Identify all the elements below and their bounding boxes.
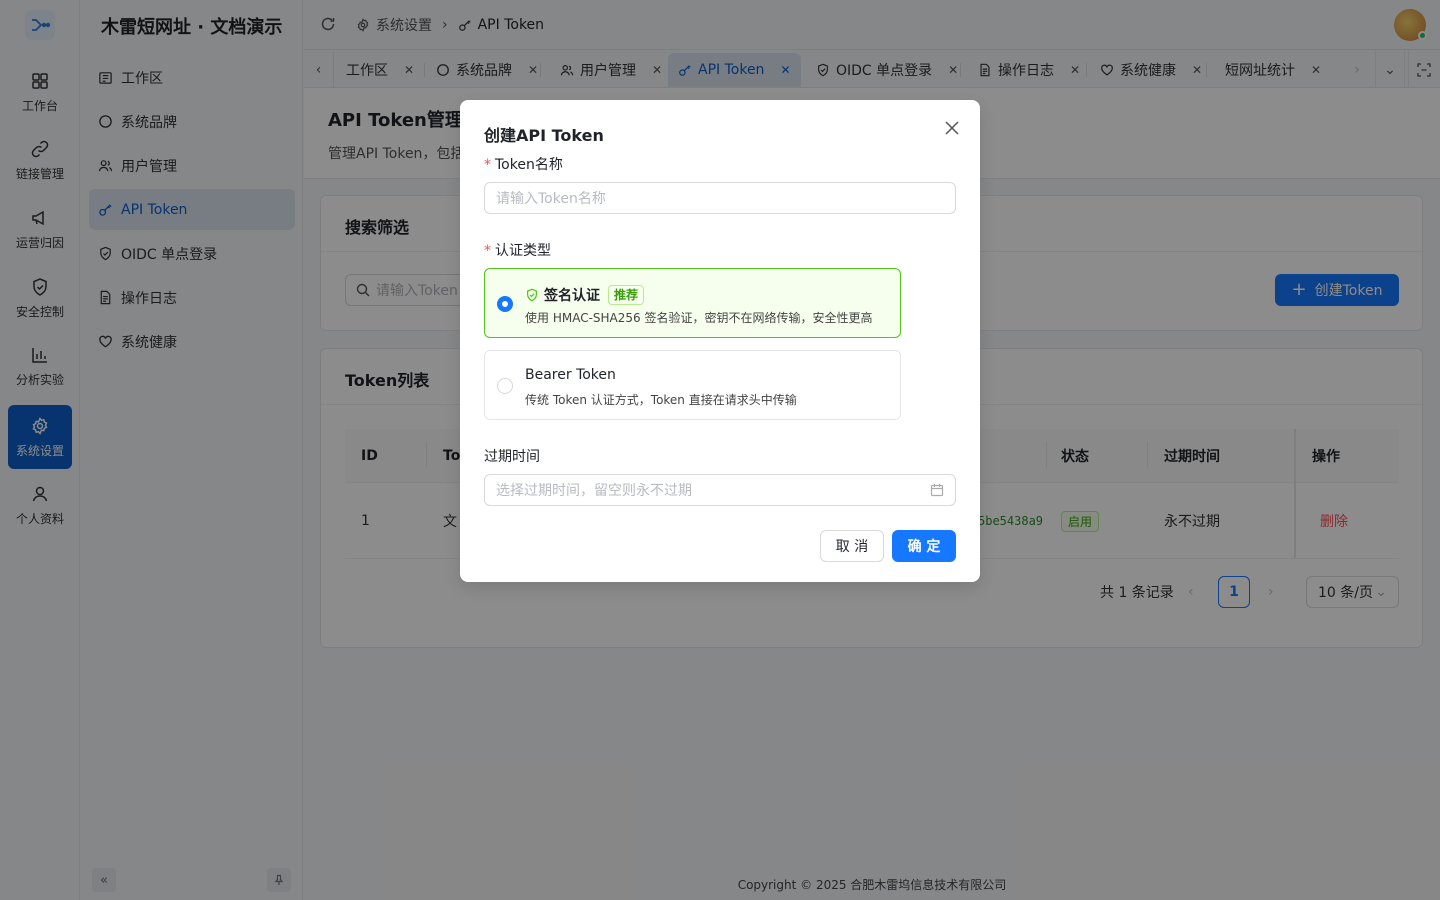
required-mark: * <box>484 243 491 259</box>
calendar-icon <box>930 484 944 497</box>
recommended-badge: 推荐 <box>608 285 645 305</box>
radio-unselected[interactable] <box>497 378 513 394</box>
expire-label: 过期时间 <box>484 449 540 465</box>
auth-option-signature[interactable]: 签名认证 推荐 使用 HMAC-SHA256 签名验证，密钥不在网络传输，安全性… <box>484 268 901 338</box>
option-title: 签名认证 推荐 <box>525 285 645 305</box>
radio-selected[interactable] <box>497 296 513 312</box>
option-title-text: 签名认证 <box>544 288 600 304</box>
input-placeholder: 请输入Token名称 <box>496 191 606 207</box>
auth-option-bearer[interactable]: Bearer Token 传统 Token 认证方式，Token 直接在请求头中… <box>484 350 901 420</box>
shield-check-icon <box>527 288 537 302</box>
expire-date-picker[interactable]: 选择过期时间，留空则永不过期 <box>484 474 956 506</box>
label-text: Token名称 <box>495 157 563 173</box>
confirm-button[interactable]: 确 定 <box>892 530 956 562</box>
cancel-button[interactable]: 取 消 <box>820 530 884 562</box>
close-icon[interactable] <box>944 120 960 136</box>
required-mark: * <box>484 157 491 173</box>
option-description: 使用 HMAC-SHA256 签名验证，密钥不在网络传输，安全性更高 <box>525 311 873 325</box>
token-name-label: * Token名称 <box>484 154 563 174</box>
option-title: Bearer Token <box>525 367 616 383</box>
create-token-modal: 创建API Token * Token名称 请输入Token名称 * 认证类型 签名… <box>460 100 980 582</box>
token-name-input[interactable]: 请输入Token名称 <box>484 182 956 214</box>
input-placeholder: 选择过期时间，留空则永不过期 <box>496 483 692 499</box>
label-text: 认证类型 <box>495 243 551 259</box>
modal-title: 创建API Token <box>484 126 604 145</box>
option-description: 传统 Token 认证方式，Token 直接在请求头中传输 <box>525 393 797 407</box>
option-title-text: Bearer Token <box>525 367 616 383</box>
auth-type-label: * 认证类型 <box>484 240 551 260</box>
